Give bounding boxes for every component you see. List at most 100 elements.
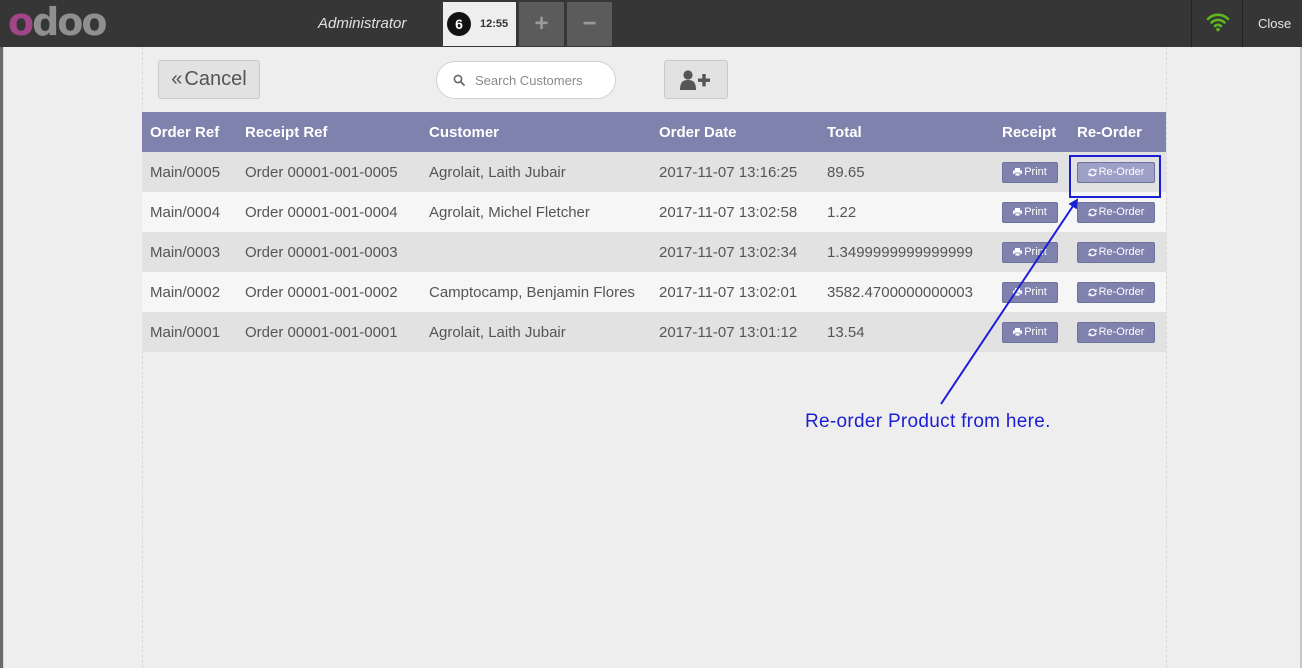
header-customer: Customer (421, 112, 651, 152)
odoo-logo: o doo (8, 0, 108, 44)
print-button[interactable]: Print (1002, 161, 1058, 183)
cell-receipt-ref: Order 00001-001-0003 (237, 232, 421, 272)
cell-total: 1.3499999999999999 (819, 232, 994, 272)
reorder-label: Re-Order (1098, 286, 1145, 298)
table-row[interactable]: Main/0004 Order 00001-001-0004 Agrolait,… (142, 192, 1166, 232)
table-row[interactable]: Main/0003 Order 00001-001-0003 2017-11-0… (142, 232, 1166, 272)
reorder-label: Re-Order (1098, 206, 1145, 218)
wifi-icon (1206, 13, 1230, 32)
print-button[interactable]: Print (1002, 281, 1058, 303)
cell-receipt: Print (994, 192, 1069, 232)
divider (1191, 0, 1192, 47)
cell-order-ref: Main/0002 (142, 272, 237, 312)
cell-order-ref: Main/0001 (142, 312, 237, 352)
table-row[interactable]: Main/0001 Order 00001-001-0001 Agrolait,… (142, 312, 1166, 352)
cell-order-ref: Main/0003 (142, 232, 237, 272)
divider (1242, 0, 1243, 47)
refresh-icon (1088, 328, 1097, 336)
add-order-button[interactable]: + (519, 2, 564, 46)
header-receipt-ref: Receipt Ref (237, 112, 421, 152)
cell-reorder: Re-Order (1069, 192, 1166, 232)
cell-receipt: Print (994, 272, 1069, 312)
cell-order-ref: Main/0004 (142, 192, 237, 232)
cell-receipt: Print (994, 312, 1069, 352)
refresh-icon (1088, 288, 1097, 296)
cell-customer: Camptocamp, Benjamin Flores (421, 272, 651, 312)
table-row[interactable]: Main/0002 Order 00001-001-0002 Camptocam… (142, 272, 1166, 312)
cell-reorder: Re-Order (1069, 232, 1166, 272)
printer-icon (1013, 248, 1023, 256)
cell-receipt-ref: Order 00001-001-0004 (237, 192, 421, 232)
cell-order-date: 2017-11-07 13:16:25 (651, 152, 819, 192)
printer-icon (1013, 208, 1023, 216)
printer-icon (1013, 288, 1023, 296)
cell-customer: Agrolait, Laith Jubair (421, 312, 651, 352)
print-button[interactable]: Print (1002, 241, 1058, 263)
search-customers[interactable] (436, 61, 616, 99)
print-label: Print (1024, 206, 1047, 218)
print-button[interactable]: Print (1002, 321, 1058, 343)
reorder-label: Re-Order (1098, 246, 1145, 258)
cell-receipt-ref: Order 00001-001-0005 (237, 152, 421, 192)
reorder-button[interactable]: Re-Order (1077, 281, 1155, 303)
print-label: Print (1024, 166, 1047, 178)
printer-icon (1013, 168, 1023, 176)
cell-receipt: Print (994, 152, 1069, 192)
header-order-ref: Order Ref (142, 112, 237, 152)
cell-reorder: Re-Order (1069, 272, 1166, 312)
order-tab-active[interactable]: 6 12:55 (443, 2, 516, 46)
header-total: Total (819, 112, 994, 152)
print-button[interactable]: Print (1002, 201, 1058, 223)
reorder-button[interactable]: Re-Order (1077, 201, 1155, 223)
cell-total: 3582.4700000000003 (819, 272, 994, 312)
cell-total: 1.22 (819, 192, 994, 232)
cell-customer: Agrolait, Laith Jubair (421, 152, 651, 192)
window-edge (3, 47, 4, 668)
reorder-label: Re-Order (1098, 326, 1145, 338)
cell-customer: Agrolait, Michel Fletcher (421, 192, 651, 232)
printer-icon (1013, 328, 1023, 336)
top-bar: o doo Administrator 6 12:55 + − Close (0, 0, 1302, 47)
cell-reorder: Re-Order (1069, 312, 1166, 352)
orders-table: Order Ref Receipt Ref Customer Order Dat… (142, 112, 1166, 352)
username: Administrator (318, 15, 407, 32)
annotation-highlight-box (1069, 155, 1161, 198)
double-chevron-left-icon: « (171, 68, 183, 90)
cell-receipt-ref: Order 00001-001-0001 (237, 312, 421, 352)
logo-first-letter: o (8, 0, 34, 44)
remove-order-button[interactable]: − (567, 2, 612, 46)
order-time: 12:55 (480, 18, 509, 30)
header-order-date: Order Date (651, 112, 819, 152)
cell-total: 13.54 (819, 312, 994, 352)
user-plus-icon (680, 69, 710, 90)
annotation-text: Re-order Product from here. (805, 411, 1051, 432)
cell-order-date: 2017-11-07 13:02:58 (651, 192, 819, 232)
print-label: Print (1024, 246, 1047, 258)
refresh-icon (1088, 208, 1097, 216)
search-icon (453, 74, 465, 86)
cancel-label: Cancel (184, 68, 247, 90)
print-label: Print (1024, 326, 1047, 338)
table-header-row: Order Ref Receipt Ref Customer Order Dat… (142, 112, 1166, 152)
cell-order-date: 2017-11-07 13:01:12 (651, 312, 819, 352)
refresh-icon (1088, 248, 1097, 256)
cell-customer (421, 232, 651, 272)
logo-rest: doo (32, 0, 107, 44)
cell-total: 89.65 (819, 152, 994, 192)
cell-order-date: 2017-11-07 13:02:34 (651, 232, 819, 272)
cell-order-ref: Main/0005 (142, 152, 237, 192)
order-number-badge: 6 (447, 12, 471, 36)
cell-order-date: 2017-11-07 13:02:01 (651, 272, 819, 312)
cell-receipt-ref: Order 00001-001-0002 (237, 272, 421, 312)
add-customer-button[interactable] (664, 60, 728, 99)
reorder-button[interactable]: Re-Order (1077, 321, 1155, 343)
cancel-button[interactable]: « Cancel (158, 60, 260, 99)
print-label: Print (1024, 286, 1047, 298)
header-receipt: Receipt (994, 112, 1069, 152)
reorder-button[interactable]: Re-Order (1077, 241, 1155, 263)
close-button[interactable]: Close (1258, 16, 1291, 31)
cell-receipt: Print (994, 232, 1069, 272)
header-reorder: Re-Order (1069, 112, 1166, 152)
table-row[interactable]: Main/0005 Order 00001-001-0005 Agrolait,… (142, 152, 1166, 192)
search-input[interactable] (475, 72, 605, 88)
